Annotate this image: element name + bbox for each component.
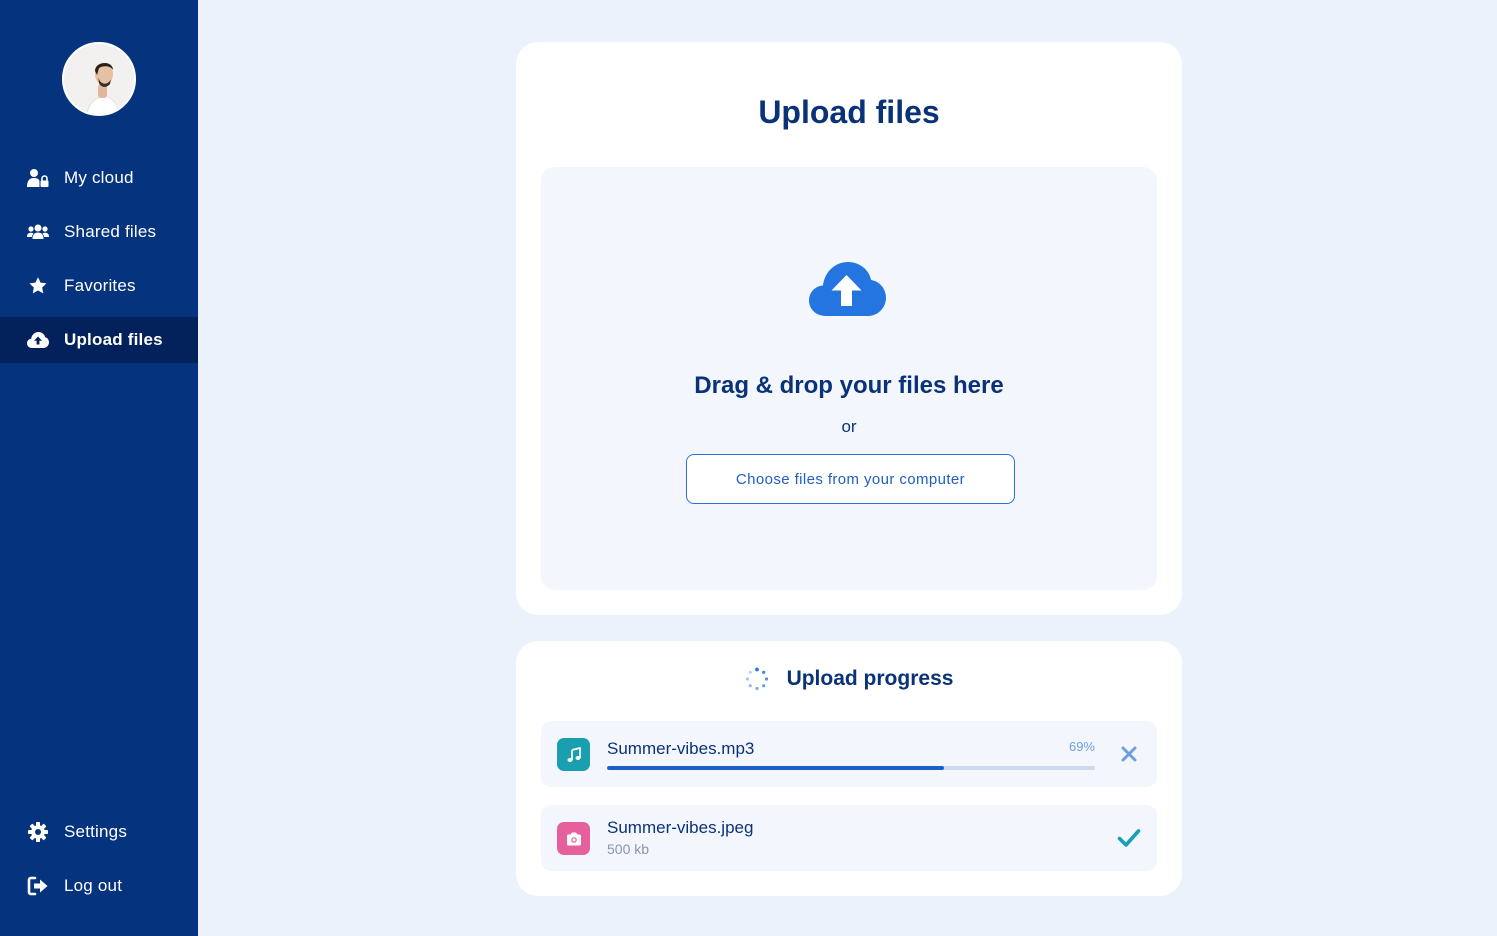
file-name: Summer-vibes.mp3: [607, 739, 755, 758]
sidebar-item-label: Favorites: [64, 276, 136, 295]
sidebar-item-favorites[interactable]: Favorites: [0, 263, 198, 309]
drop-title: Drag & drop your files here: [694, 372, 1004, 399]
sidebar-item-label: Settings: [64, 822, 128, 841]
user-lock-icon: [27, 167, 49, 189]
logout-icon: [27, 875, 49, 897]
check-icon: [1117, 826, 1141, 850]
progress-bar-fill: [607, 766, 944, 770]
sidebar-item-settings[interactable]: Settings: [0, 809, 198, 855]
upload-card: Upload files Drag & drop your files here…: [516, 42, 1182, 615]
progress-title: Upload progress: [786, 667, 954, 690]
sidebar-item-label: My cloud: [64, 168, 134, 187]
users-icon: [27, 221, 49, 243]
star-icon: [27, 275, 49, 297]
file-size: 500 kb: [607, 841, 650, 857]
camera-icon: [557, 822, 590, 855]
spinner-icon: [745, 667, 768, 691]
avatar-photo: [64, 44, 134, 114]
cloud-upload-icon: [27, 329, 49, 351]
page-title: Upload files: [758, 94, 940, 130]
drop-or-label: or: [841, 417, 857, 436]
choose-files-button[interactable]: Choose files from your computer: [686, 454, 1015, 504]
sidebar-item-upload-files[interactable]: Upload files: [0, 317, 198, 363]
file-name: Summer-vibes.jpeg: [607, 818, 754, 837]
upload-row: Summer-vibes.jpeg 500 kb: [541, 805, 1157, 871]
sidebar-item-shared-files[interactable]: Shared files: [0, 209, 198, 255]
progress-card: Upload progress Summer-vibes.mp3 69% Sum…: [516, 641, 1182, 896]
sidebar: My cloud Shared files Favorites Upload f…: [0, 0, 198, 936]
avatar[interactable]: [62, 42, 136, 116]
sidebar-item-label: Log out: [64, 876, 123, 895]
music-icon: [557, 738, 590, 771]
upload-row: Summer-vibes.mp3 69%: [541, 721, 1157, 787]
sidebar-item-my-cloud[interactable]: My cloud: [0, 155, 198, 201]
sidebar-item-label: Upload files: [64, 330, 163, 349]
progress-header: Upload progress: [516, 665, 1182, 693]
dropzone[interactable]: Drag & drop your files here or Choose fi…: [541, 167, 1157, 590]
close-icon[interactable]: [1119, 744, 1139, 764]
cloud-upload-icon: [809, 262, 886, 316]
file-percent: 69%: [1068, 739, 1095, 754]
sidebar-item-label: Shared files: [64, 222, 157, 241]
sidebar-item-log-out[interactable]: Log out: [0, 863, 198, 909]
gear-icon: [27, 821, 49, 843]
progress-bar: [607, 766, 1095, 770]
